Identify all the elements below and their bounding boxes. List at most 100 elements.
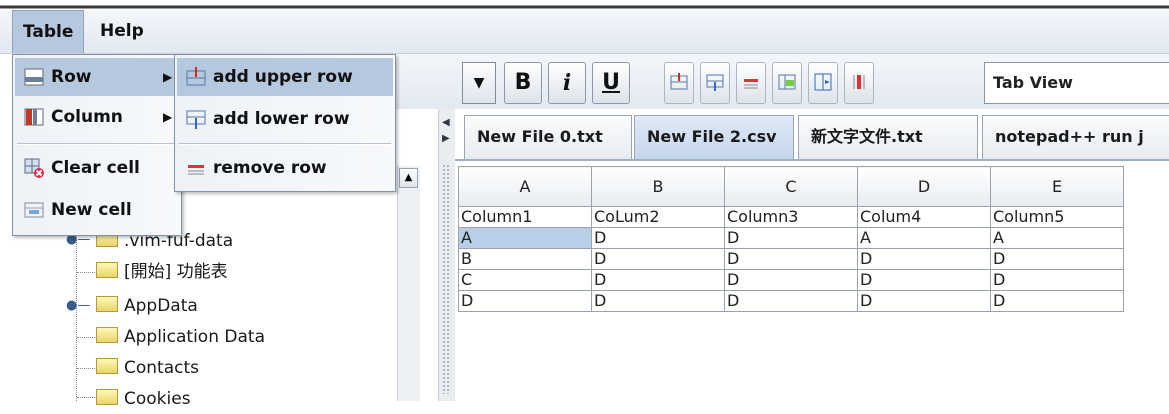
folder-icon [96,389,118,405]
column-header[interactable]: A [458,166,592,207]
underline-button[interactable]: U [592,62,630,104]
submenu-arrow-icon: ▶ [163,70,173,84]
folder-icon [96,262,118,278]
csv-table: A B C D E Column1 CoLum2 Column3 Colum4 … [458,166,1124,312]
column-header[interactable]: E [990,166,1124,207]
tree-branch-line [77,368,95,369]
menu-table[interactable]: Table [12,10,85,53]
insert-column-right-button[interactable] [808,62,838,104]
table-cell[interactable]: D [458,290,592,312]
expand-key-icon[interactable]: ●— [66,298,90,313]
insert-row-above-button[interactable] [664,62,694,104]
table-cell[interactable]: D [990,269,1124,291]
table-cell[interactable]: A [857,227,991,249]
tree-item-contacts[interactable]: Contacts [96,353,199,383]
folder-icon [96,358,118,374]
tree-item-label: [開始] 功能表 [124,262,228,282]
tab-new-file-2[interactable]: New File 2.csv [634,115,794,159]
tree-scrollbar[interactable]: ▲ [397,166,420,401]
font-combo-dropdown[interactable]: ▼ [462,62,496,104]
menu-help[interactable]: Help [90,10,154,53]
table-cell[interactable]: Column5 [990,206,1124,228]
insert-column-right-icon [814,73,832,91]
add-upper-row-icon [185,64,207,86]
table-cell[interactable]: Colum4 [857,206,991,228]
tree-item-appdata[interactable]: AppData [96,291,198,321]
table-row: Column1 CoLum2 Column3 Colum4 Column5 [458,206,1124,228]
delete-row-button[interactable] [736,62,766,104]
menu-bar: Table Help [0,10,1169,54]
table-cell[interactable]: D [857,290,991,312]
table-cell[interactable]: A [990,227,1124,249]
tree-item-label: Cookies [124,389,191,409]
split-pane-divider[interactable]: ◀ ▶ [438,109,456,401]
folder-icon [96,296,118,312]
delete-row-icon [744,79,758,89]
collapse-right-arrow-icon[interactable]: ▶ [442,133,450,144]
menu-item-label: New cell [51,200,132,220]
table-cell[interactable]: D [857,248,991,270]
insert-row-above-icon [670,73,688,90]
insert-column-left-icon [778,74,796,90]
table-cell[interactable]: D [591,248,725,270]
column-header[interactable]: B [591,166,725,207]
tree-branch-line [77,397,95,398]
table-cell[interactable]: B [458,248,592,270]
column-header[interactable]: C [724,166,858,207]
menu-item-label: remove row [213,158,327,178]
menu-item-row[interactable]: Row ▶ [15,58,179,96]
add-lower-row-icon [185,106,207,129]
menu-item-label: Row [51,67,92,87]
menu-item-clear-cell[interactable]: Clear cell [15,149,179,187]
tree-guide-line [76,228,78,401]
tree-item-start-menu[interactable]: [開始] 功能表 [96,257,228,287]
tree-item-label: AppData [124,296,198,316]
splitter-grip [442,164,450,394]
tab-notepad-run[interactable]: notepad++ run j [982,115,1169,159]
menu-item-add-upper-row[interactable]: add upper row [177,58,393,96]
column-header[interactable]: D [857,166,991,207]
table-cell[interactable]: D [591,290,725,312]
tree-item-cookies[interactable]: Cookies [96,384,191,414]
table-cell[interactable]: D [591,227,725,249]
column-header-row: A B C D E [458,166,1124,207]
table-cell[interactable]: D [990,290,1124,312]
menu-item-remove-row[interactable]: remove row [177,149,393,187]
table-cell[interactable]: D [990,248,1124,270]
table-cell[interactable]: Column3 [724,206,858,228]
menu-separator [179,143,391,145]
menu-item-column[interactable]: Column ▶ [15,98,179,136]
insert-row-below-button[interactable] [700,62,730,104]
scroll-up-arrow-icon[interactable]: ▲ [399,168,418,188]
bold-button[interactable]: B [504,62,542,104]
row-submenu: add upper row add lower row remove row [174,54,396,192]
table-cell[interactable]: D [591,269,725,291]
tree-branch-line [77,272,95,273]
table-cell[interactable]: D [857,269,991,291]
chevron-down-icon: ▼ [473,75,485,91]
table-cell-selected[interactable]: A [458,227,592,249]
table-cell[interactable]: D [724,269,858,291]
insert-column-left-button[interactable] [772,62,802,104]
table-cell[interactable]: CoLum2 [591,206,725,228]
table-cell[interactable]: D [724,248,858,270]
table-cell[interactable]: D [724,290,858,312]
view-mode-selector[interactable]: Tab View [984,62,1169,104]
table-cell[interactable]: C [458,269,592,291]
menu-item-add-lower-row[interactable]: add lower row [177,100,393,138]
tree-item-label: Application Data [124,327,265,347]
delete-column-button[interactable] [844,62,874,104]
tab-new-file-0[interactable]: New File 0.txt [464,115,632,159]
menu-item-new-cell[interactable]: New cell [15,191,179,229]
tree-item-application-data[interactable]: Application Data [96,322,265,352]
menu-item-label: add upper row [213,67,353,87]
tab-new-text-file[interactable]: 新文字文件.txt [798,115,978,159]
italic-button[interactable]: i [548,62,586,104]
menu-item-label: add lower row [213,109,350,129]
menu-item-label: Clear cell [51,158,140,178]
tree-item-label: Contacts [124,358,199,378]
collapse-left-arrow-icon[interactable]: ◀ [442,117,450,128]
table-cell[interactable]: Column1 [458,206,592,228]
table-menu: Row ▶ Column ▶ Clear cell New cell [12,54,182,236]
table-cell[interactable]: D [724,227,858,249]
